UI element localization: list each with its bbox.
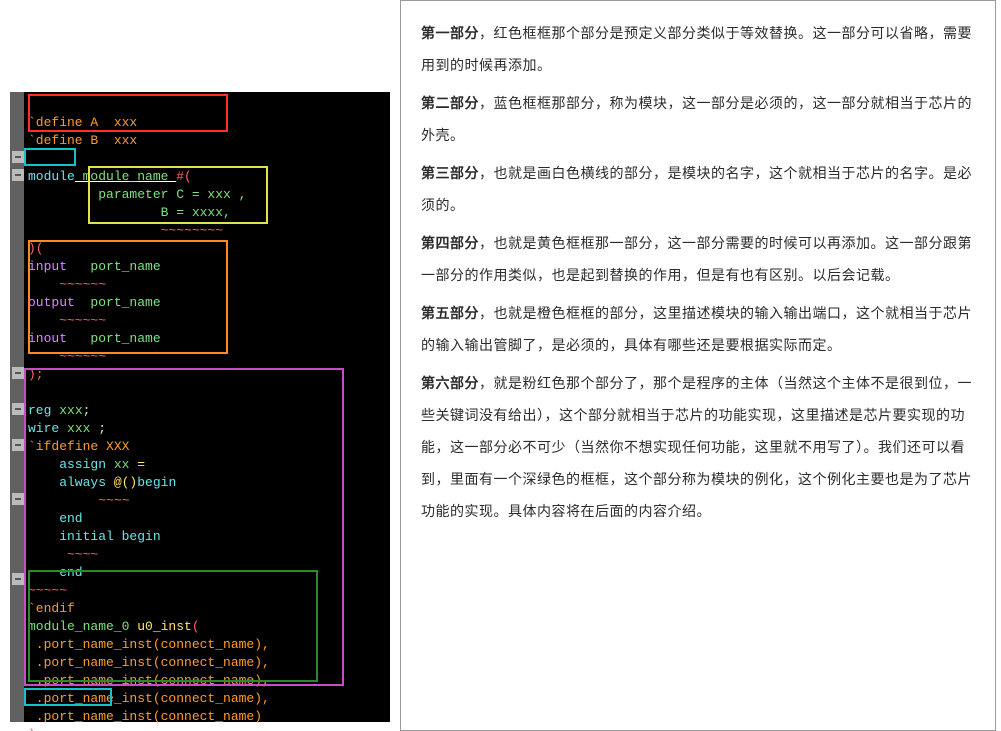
code-line: `ifdefine XXX [28, 439, 129, 454]
para-6-body: ，就是粉红色那个部分了，那个是程序的主体（当然这个主体不是很到位，一些关键词没有… [421, 375, 972, 519]
code-line: end [28, 511, 83, 526]
code-line: ~~~~~~ [28, 277, 106, 292]
code-line: B = xxxx, [28, 205, 231, 220]
code-line: ); [28, 367, 44, 382]
code-line: wire xxx ; [28, 421, 106, 436]
para-3-body: ，也就是画白色横线的部分，是模块的名字，这个就相当于芯片的名字。是必须的。 [421, 165, 972, 213]
para-1-body: ，红色框框那个部分是预定义部分类似于等效替换。这一部分可以省略，需要用到的时候再… [421, 25, 972, 73]
code-line: always @()begin [28, 475, 176, 490]
code-line: inout port_name [28, 331, 161, 346]
fold-icon [12, 151, 24, 163]
code-line: `endif [28, 601, 75, 616]
code-line: .port_name_inst(connect_name), [28, 655, 270, 670]
code-body: `define A xxx `define B xxx module modul… [28, 96, 386, 718]
code-line: module_name_0 u0_inst( [28, 619, 200, 634]
code-line: .port_name_inst(connect_name), [28, 691, 270, 706]
heading-6: 第六部分 [421, 375, 479, 391]
paragraph-5: 第五部分，也就是橙色框框的部分，这里描述模块的输入输出端口，这个就相当于芯片的输… [421, 297, 979, 361]
code-line: ~~~~~~ [28, 313, 106, 328]
heading-3: 第三部分 [421, 165, 479, 181]
code-line: .port_name_inst(connect_name), [28, 637, 270, 652]
code-line: output port_name [28, 295, 161, 310]
paragraph-6: 第六部分，就是粉红色那个部分了，那个是程序的主体（当然这个主体不是很到位，一些关… [421, 367, 979, 527]
para-2-body: ，蓝色框框那部分，称为模块，这一部分是必须的，这一部分就相当于芯片的外壳。 [421, 95, 972, 143]
code-line: input port_name [28, 259, 161, 274]
code-line: `define A xxx [28, 115, 137, 130]
code-line: ~~~~ [28, 493, 129, 508]
paragraph-2: 第二部分，蓝色框框那部分，称为模块，这一部分是必须的，这一部分就相当于芯片的外壳… [421, 87, 979, 151]
fold-icon [12, 367, 24, 379]
code-line: initial begin [28, 529, 161, 544]
code-illustration: `define A xxx `define B xxx module modul… [10, 92, 390, 722]
code-line: .port_name_inst(connect_name), [28, 673, 270, 688]
page-root: 第一部分，红色框框那个部分是预定义部分类似于等效替换。这一部分可以省略，需要用到… [0, 0, 1001, 731]
fold-icon [12, 403, 24, 415]
code-line: ); [28, 727, 44, 731]
code-line: reg xxx; [28, 403, 90, 418]
module-name-underlined: module_name [75, 169, 176, 184]
fold-icon [12, 493, 24, 505]
code-line: end [28, 565, 83, 580]
fold-icon [12, 439, 24, 451]
code-line: ~~~~~ [28, 583, 67, 598]
fold-icon [12, 169, 24, 181]
code-line: .port_name_inst(connect_name) [28, 709, 262, 724]
para-4-body: ，也就是黄色框框那一部分，这一部分需要的时候可以再添加。这一部分跟第一部分的作用… [421, 235, 972, 283]
heading-4: 第四部分 [421, 235, 479, 251]
code-line: )( [28, 241, 44, 256]
paragraph-3: 第三部分，也就是画白色横线的部分，是模块的名字，这个就相当于芯片的名字。是必须的… [421, 157, 979, 221]
code-line: `define B xxx [28, 133, 137, 148]
code-line: ~~~~~~ [28, 349, 106, 364]
code-line: assign xx = [28, 457, 145, 472]
heading-5: 第五部分 [421, 305, 479, 321]
code-line: module module_name #( [28, 169, 192, 184]
code-line: ~~~~ [28, 547, 98, 562]
explanation-panel: 第一部分，红色框框那个部分是预定义部分类似于等效替换。这一部分可以省略，需要用到… [400, 0, 996, 731]
code-line: parameter C = xxx , [28, 187, 246, 202]
paragraph-4: 第四部分，也就是黄色框框那一部分，这一部分需要的时候可以再添加。这一部分跟第一部… [421, 227, 979, 291]
heading-2: 第二部分 [421, 95, 479, 111]
heading-1: 第一部分 [421, 25, 479, 41]
para-5-body: ，也就是橙色框框的部分，这里描述模块的输入输出端口，这个就相当于芯片的输入输出管… [421, 305, 972, 353]
fold-icon [12, 573, 24, 585]
paragraph-1: 第一部分，红色框框那个部分是预定义部分类似于等效替换。这一部分可以省略，需要用到… [421, 17, 979, 81]
code-line: ~~~~~~~~ [28, 223, 223, 238]
